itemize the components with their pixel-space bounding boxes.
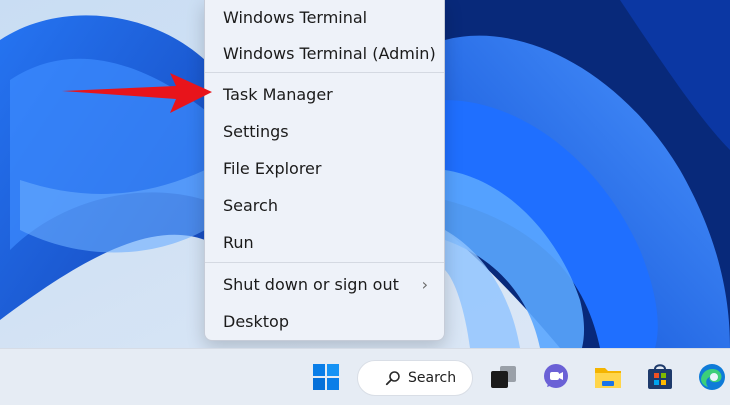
microsoft-store-icon[interactable] xyxy=(644,361,676,393)
menu-item-windows-terminal-admin[interactable]: Windows Terminal (Admin) xyxy=(209,36,440,70)
task-view-icon[interactable] xyxy=(488,361,520,393)
search-icon xyxy=(385,371,400,386)
menu-item-label: Search xyxy=(223,195,278,215)
menu-item-label: Windows Terminal xyxy=(223,7,368,27)
menu-item-label: Settings xyxy=(223,121,289,141)
menu-item-run[interactable]: Run xyxy=(209,225,440,259)
file-explorer-icon[interactable] xyxy=(592,361,624,393)
windows-logo-icon[interactable] xyxy=(310,361,342,393)
menu-item-file-explorer[interactable]: File Explorer xyxy=(209,151,440,185)
menu-item-shut-down-or-sign-out[interactable]: Shut down or sign out › xyxy=(209,267,440,301)
teams-chat-icon[interactable] xyxy=(540,361,572,393)
menu-item-settings[interactable]: Settings xyxy=(209,114,440,148)
menu-item-task-manager[interactable]: Task Manager xyxy=(209,77,440,111)
menu-item-search[interactable]: Search xyxy=(209,188,440,222)
edge-icon[interactable] xyxy=(696,361,728,393)
menu-item-label: Run xyxy=(223,232,254,252)
menu-item-label: File Explorer xyxy=(223,158,322,178)
menu-item-label: Windows Terminal (Admin) xyxy=(223,43,436,63)
menu-item-label: Task Manager xyxy=(223,84,333,104)
menu-item-label: Desktop xyxy=(223,311,289,331)
menu-item-desktop[interactable]: Desktop xyxy=(209,304,440,338)
menu-item-windows-terminal[interactable]: Windows Terminal xyxy=(209,0,440,34)
menu-item-label: Shut down or sign out xyxy=(223,274,399,294)
chevron-right-icon: › xyxy=(421,275,428,294)
search-label: Search xyxy=(408,370,457,386)
menu-separator xyxy=(205,72,444,73)
context-menu: Windows Terminal Windows Terminal (Admin… xyxy=(204,0,445,341)
taskbar: Search xyxy=(0,348,730,405)
taskbar-search-box[interactable]: Search xyxy=(357,360,473,396)
menu-separator xyxy=(205,262,444,263)
